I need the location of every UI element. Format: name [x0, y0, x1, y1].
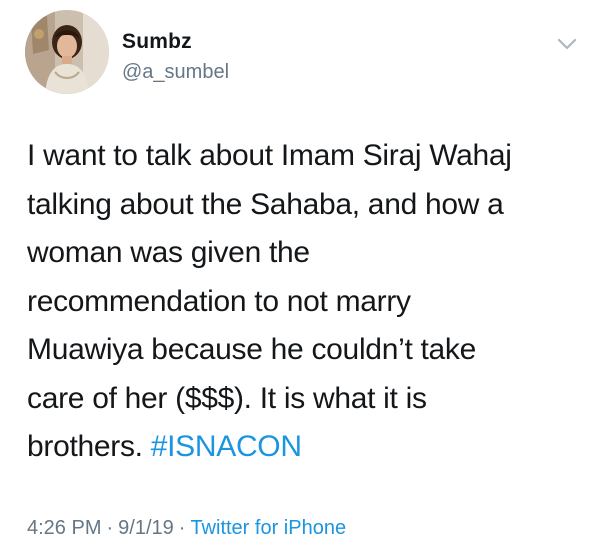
tweet-text-line: Muawiya because he couldn’t take — [27, 333, 477, 366]
tweet-text-line: I want to talk about Imam Siraj Wahaj — [27, 139, 512, 172]
avatar-photo — [25, 10, 109, 94]
tweet-date[interactable]: 9/1/19 — [118, 517, 174, 539]
tweet-meta: 4:26 PM · 9/1/19 · Twitter for iPhone — [27, 515, 346, 541]
tweet-text-line: recommendation to not marry — [27, 284, 411, 318]
hashtag-link[interactable]: #ISNACON — [151, 430, 302, 463]
chevron-down-icon[interactable] — [557, 37, 577, 51]
tweet-text: I want to talk about Imam Siraj Wahaj ta… — [27, 132, 587, 472]
tweet-card: Sumbz @a_sumbel I want to talk about Ima… — [0, 0, 600, 559]
meta-separator: · — [106, 517, 114, 539]
author-handle[interactable]: @a_sumbel — [122, 60, 229, 84]
tweet-time[interactable]: 4:26 PM — [27, 517, 101, 539]
tweet-text-line: care of her ($$$). It is what it is — [27, 381, 427, 415]
tweet-text-last-line: brothers. #ISNACON — [27, 423, 587, 472]
tweet-text-line: talking about the Sahaba, and how a — [27, 187, 504, 221]
meta-separator: · — [178, 517, 186, 539]
avatar[interactable] — [25, 10, 109, 94]
tweet-text-segment: brothers. — [27, 430, 151, 463]
author-display-name[interactable]: Sumbz — [122, 29, 192, 55]
tweet-text-line: woman was given the — [27, 236, 310, 269]
tweet-source-link[interactable]: Twitter for iPhone — [190, 517, 346, 539]
